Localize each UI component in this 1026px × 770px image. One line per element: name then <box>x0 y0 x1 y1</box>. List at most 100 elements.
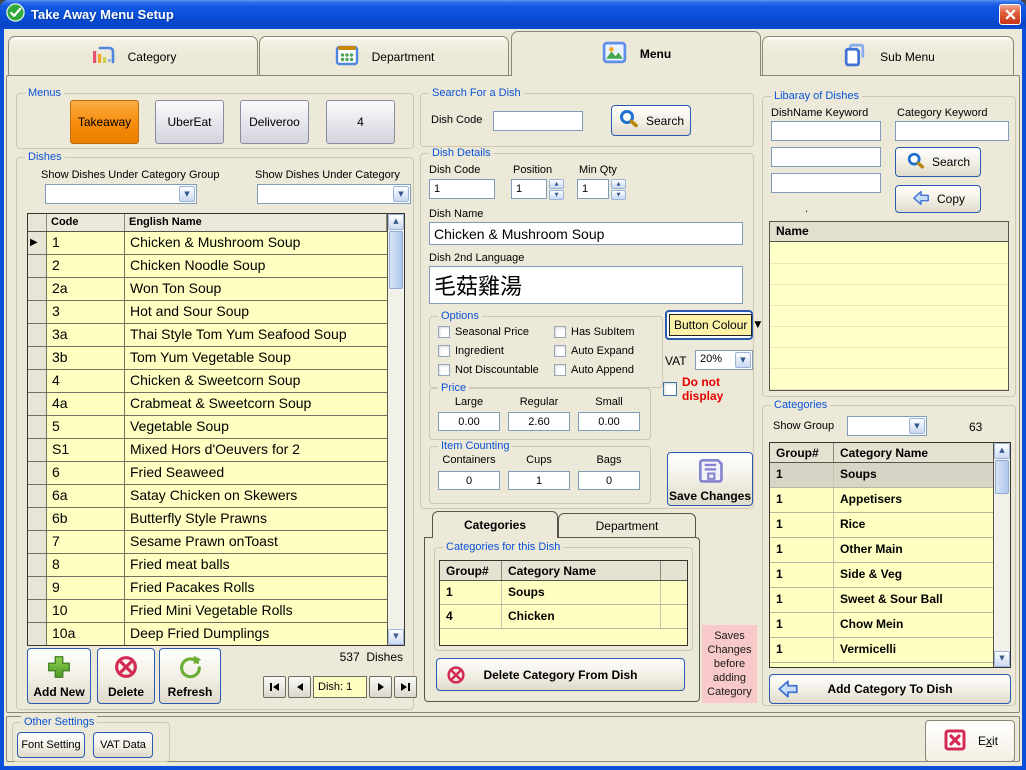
table-row[interactable]: 7Sesame Prawn onToast <box>28 531 387 554</box>
add-category-to-dish-button[interactable]: Add Category To Dish <box>769 674 1011 704</box>
checkbox[interactable] <box>554 364 566 376</box>
auto-expand-option[interactable]: Auto Expand <box>554 345 634 357</box>
scroll-up-icon[interactable]: ▲ <box>994 443 1010 459</box>
table-row[interactable]: 3aThai Style Tom Yum Seafood Soup <box>28 324 387 347</box>
tab-sub-menu[interactable]: Sub Menu <box>762 36 1014 76</box>
scrollbar-thumb[interactable] <box>995 460 1009 494</box>
checkbox[interactable] <box>554 345 566 357</box>
search-dish-button[interactable]: Search <box>611 105 691 136</box>
exit-button[interactable]: Exit <box>925 720 1015 762</box>
spin-down-icon[interactable]: ▼ <box>549 190 564 200</box>
checkbox[interactable] <box>554 326 566 338</box>
delete-button[interactable]: Delete <box>97 648 155 704</box>
table-row[interactable]: S1Mixed Hors d'Oeuvers for 2 <box>28 439 387 462</box>
scroll-up-icon[interactable]: ▲ <box>388 214 404 230</box>
table-row[interactable]: 1Appetisers <box>770 488 993 513</box>
price-regular-input[interactable] <box>508 412 570 431</box>
table-row[interactable]: 1Soups <box>770 463 993 488</box>
table-row[interactable]: 10Fried Mini Vegetable Rolls <box>28 600 387 623</box>
chevron-down-icon[interactable]: ▼ <box>179 186 195 202</box>
search-dish-code-input[interactable] <box>493 111 583 131</box>
price-large-input[interactable] <box>438 412 500 431</box>
subtab-categories[interactable]: Categories <box>432 511 558 538</box>
scroll-down-icon[interactable]: ▼ <box>388 629 404 645</box>
min-qty-input[interactable] <box>577 179 609 199</box>
save-changes-button[interactable]: Save Changes <box>667 452 753 506</box>
refresh-button[interactable]: Refresh <box>159 648 221 704</box>
auto-append-option[interactable]: Auto Append <box>554 364 634 376</box>
not-discountable-option[interactable]: Not Discountable <box>438 364 539 376</box>
table-row[interactable]: 5Vegetable Soup <box>28 416 387 439</box>
chevron-down-icon[interactable]: ▼ <box>754 320 761 330</box>
table-row[interactable]: 6Fried Seaweed <box>28 462 387 485</box>
table-row[interactable]: 1Vermicelli <box>770 638 993 663</box>
button-colour-dropdown[interactable]: Button Colour ▼ <box>665 310 753 340</box>
menu-deliveroo-button[interactable]: Deliveroo <box>240 100 309 144</box>
table-row[interactable]: 4aCrabmeat & Sweetcorn Soup <box>28 393 387 416</box>
chevron-down-icon[interactable]: ▼ <box>735 352 751 368</box>
nav-first-icon[interactable] <box>263 676 286 698</box>
nav-prev-icon[interactable] <box>288 676 311 698</box>
min-qty-stepper[interactable]: ▲▼ <box>611 179 626 199</box>
checkbox[interactable] <box>438 326 450 338</box>
ingredient-option[interactable]: Ingredient <box>438 345 504 357</box>
containers-input[interactable] <box>438 471 500 490</box>
close-icon[interactable] <box>999 4 1021 25</box>
seasonal-price-option[interactable]: Seasonal Price <box>438 326 529 338</box>
checkbox[interactable] <box>438 345 450 357</box>
delete-category-from-dish-button[interactable]: Delete Category From Dish <box>436 658 685 691</box>
vat-data-button[interactable]: VAT Data <box>93 732 153 758</box>
table-row[interactable]: 1Rice <box>770 513 993 538</box>
scrollbar-track[interactable] <box>388 290 404 629</box>
name-list-body[interactable] <box>770 243 1008 390</box>
category-group-dropdown[interactable]: ▼ <box>45 184 197 204</box>
scrollbar-track[interactable] <box>994 495 1010 651</box>
chevron-down-icon[interactable]: ▼ <box>909 418 925 434</box>
dishes-scrollbar[interactable]: ▲ ▼ <box>387 214 404 645</box>
tab-category[interactable]: Category <box>8 36 258 76</box>
library-name-list[interactable]: Name <box>769 221 1009 391</box>
table-row[interactable]: 1Side & Veg <box>770 563 993 588</box>
table-row[interactable]: 1Soups <box>440 581 687 605</box>
position-input[interactable] <box>511 179 547 199</box>
chevron-down-icon[interactable]: ▼ <box>393 186 409 202</box>
table-row[interactable]: 4Chicken <box>440 605 687 629</box>
table-row[interactable]: 3bTom Yum Vegetable Soup <box>28 347 387 370</box>
table-row[interactable]: 9Fried Pacakes Rolls <box>28 577 387 600</box>
spin-up-icon[interactable]: ▲ <box>549 179 564 189</box>
font-setting-button[interactable]: Font Setting <box>17 732 85 758</box>
table-row[interactable]: 6bButterfly Style Prawns <box>28 508 387 531</box>
table-row[interactable]: ▶1Chicken & Mushroom Soup <box>28 232 387 255</box>
cups-input[interactable] <box>508 471 570 490</box>
position-stepper[interactable]: ▲▼ <box>549 179 564 199</box>
table-row[interactable]: 8Fried meat balls <box>28 554 387 577</box>
table-row[interactable]: 10aDeep Fried Dumplings <box>28 623 387 645</box>
menu-4-button[interactable]: 4 <box>326 100 395 144</box>
scroll-down-icon[interactable]: ▼ <box>994 651 1010 667</box>
table-row[interactable]: 1Other Main <box>770 538 993 563</box>
categories-scrollbar[interactable]: ▲ ▼ <box>993 443 1010 667</box>
dish-name-input[interactable] <box>429 222 743 245</box>
table-row[interactable]: 6aSatay Chicken on Skewers <box>28 485 387 508</box>
nav-next-icon[interactable] <box>369 676 392 698</box>
category-keyword-input[interactable] <box>895 121 1009 141</box>
dishname-keyword-input-1[interactable] <box>771 121 881 141</box>
table-row[interactable]: 3Hot and Sour Soup <box>28 301 387 324</box>
table-row[interactable]: 2aWon Ton Soup <box>28 278 387 301</box>
nav-last-icon[interactable] <box>394 676 417 698</box>
do-not-display-option[interactable]: Do not display <box>663 375 753 403</box>
table-row[interactable]: 2Chicken Noodle Soup <box>28 255 387 278</box>
dish-code-input[interactable] <box>429 179 495 199</box>
has-subitem-option[interactable]: Has SubItem <box>554 326 635 338</box>
menu-ubereat-button[interactable]: UberEat <box>155 100 224 144</box>
show-group-dropdown[interactable]: ▼ <box>847 416 927 436</box>
dishname-keyword-input-3[interactable] <box>771 173 881 193</box>
category-dropdown[interactable]: ▼ <box>257 184 411 204</box>
vat-dropdown[interactable]: 20% ▼ <box>695 350 753 370</box>
table-row[interactable]: 1Sweet & Sour Ball <box>770 588 993 613</box>
checkbox[interactable] <box>663 382 677 396</box>
table-row[interactable]: 4Chicken & Sweetcorn Soup <box>28 370 387 393</box>
lang2-input[interactable] <box>429 266 743 304</box>
bags-input[interactable] <box>578 471 640 490</box>
library-copy-button[interactable]: Copy <box>895 185 981 213</box>
